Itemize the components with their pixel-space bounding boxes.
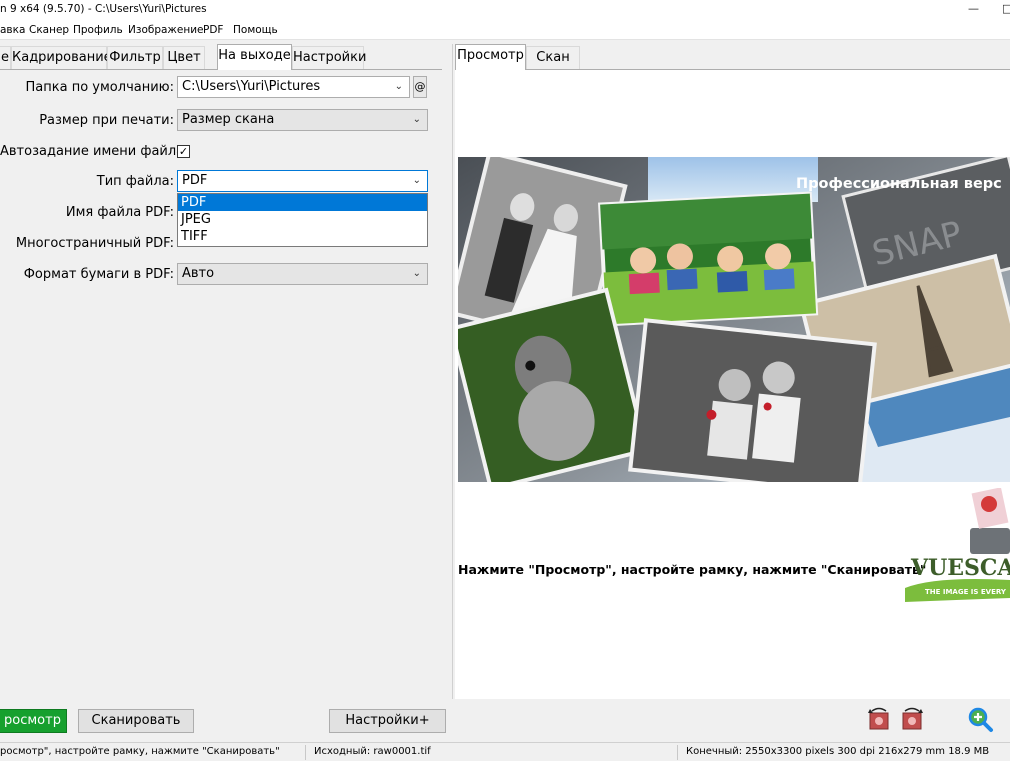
- status-hint: росмотр", настройте рамку, нажмите "Скан…: [0, 746, 280, 757]
- collage-graphic: SNAP Профессиональная верс: [458, 157, 1010, 482]
- tab-color[interactable]: Цвет: [163, 46, 205, 70]
- default-folder-value: C:\Users\Yuri\Pictures: [182, 79, 321, 94]
- multipage-pdf-label: Многостраничный PDF:: [15, 236, 174, 251]
- status-separator: [305, 745, 306, 760]
- panel-divider: [452, 44, 453, 699]
- file-type-combo[interactable]: PDF ⌄: [177, 170, 428, 192]
- menu-profile[interactable]: Профиль: [73, 24, 123, 36]
- tab-settings[interactable]: Настройки: [292, 46, 366, 70]
- instruction-text: Нажмите "Просмотр", настройте рамку, наж…: [458, 562, 927, 577]
- file-type-option-pdf[interactable]: PDF: [178, 194, 427, 211]
- file-type-dropdown: PDF JPEG TIFF: [177, 193, 428, 247]
- menu-image[interactable]: Изображение: [128, 24, 204, 36]
- settings-plus-button[interactable]: Настройки+: [329, 709, 446, 733]
- chevron-down-icon[interactable]: ⌄: [413, 110, 421, 130]
- print-size-value: Размер скана: [182, 112, 275, 127]
- rotate-right-icon[interactable]: [899, 706, 925, 735]
- tab-crop[interactable]: Кадрирование: [11, 46, 112, 70]
- window-title: n 9 x64 (9.5.70) - C:\Users\Yuri\Picture…: [0, 3, 207, 15]
- minimize-button[interactable]: —: [968, 2, 979, 15]
- promo-collage-image: SNAP Профессиональная верс: [458, 157, 1010, 482]
- logo-text: VUESCA: [910, 555, 1010, 581]
- zoom-in-icon[interactable]: [966, 706, 994, 737]
- pdf-name-label: Имя файла PDF:: [65, 205, 174, 220]
- tab-filter[interactable]: Фильтр: [107, 46, 163, 70]
- preview-button[interactable]: росмотр: [0, 709, 67, 733]
- vuescan-logo-graphic: VUESCA THE IMAGE IS EVERY: [905, 488, 1010, 602]
- print-size-label: Размер при печати:: [39, 113, 174, 128]
- chevron-down-icon[interactable]: ⌄: [413, 264, 421, 284]
- title-bar: n 9 x64 (9.5.70) - C:\Users\Yuri\Picture…: [0, 0, 1010, 20]
- vuescan-logo: VUESCA THE IMAGE IS EVERY: [905, 488, 1010, 608]
- chevron-down-icon[interactable]: ⌄: [395, 77, 403, 97]
- menu-edit[interactable]: авка: [0, 24, 25, 36]
- status-output: Конечный: 2550x3300 pixels 300 dpi 216x2…: [686, 746, 990, 757]
- tab-scan[interactable]: Скан: [526, 46, 580, 70]
- banner-title: Профессиональная верс: [796, 176, 1002, 192]
- logo-tagline: THE IMAGE IS EVERY: [925, 588, 1007, 596]
- default-folder-label: Папка по умолчанию:: [25, 80, 174, 95]
- paper-format-combo[interactable]: Авто ⌄: [177, 263, 428, 285]
- menu-help[interactable]: Помощь: [233, 24, 278, 36]
- rotate-left-icon[interactable]: [866, 706, 892, 735]
- menu-scanner[interactable]: Сканер: [29, 24, 69, 36]
- paper-format-value: Авто: [182, 266, 215, 281]
- scan-button[interactable]: Сканировать: [78, 709, 194, 733]
- status-source: Исходный: raw0001.tif: [314, 746, 431, 757]
- file-type-label: Тип файла:: [96, 174, 174, 189]
- file-type-value: PDF: [182, 173, 208, 188]
- menu-bar: авка Сканер Профиль Изображение PDF Помо…: [0, 20, 1010, 40]
- auto-name-label: Автозадание имени файла:: [0, 144, 189, 159]
- print-size-combo[interactable]: Размер скана ⌄: [177, 109, 428, 131]
- status-separator: [677, 745, 678, 760]
- restore-button[interactable]: □: [1002, 2, 1010, 15]
- output-settings-panel: [0, 70, 442, 698]
- tab-preview[interactable]: Просмотр: [455, 44, 526, 70]
- tab-input[interactable]: е: [0, 46, 11, 70]
- default-folder-combo[interactable]: C:\Users\Yuri\Pictures ⌄: [177, 76, 410, 98]
- at-button[interactable]: @: [413, 76, 427, 98]
- chevron-down-icon[interactable]: ⌄: [413, 171, 421, 191]
- tab-output[interactable]: На выходе: [217, 44, 292, 70]
- menu-pdf[interactable]: PDF: [203, 24, 223, 36]
- status-bar: росмотр", настройте рамку, нажмите "Скан…: [0, 742, 1010, 761]
- file-type-option-jpeg[interactable]: JPEG: [178, 211, 427, 228]
- paper-format-label: Формат бумаги в PDF:: [23, 267, 174, 282]
- auto-name-checkbox[interactable]: ✓: [177, 145, 190, 158]
- file-type-option-tiff[interactable]: TIFF: [178, 228, 427, 245]
